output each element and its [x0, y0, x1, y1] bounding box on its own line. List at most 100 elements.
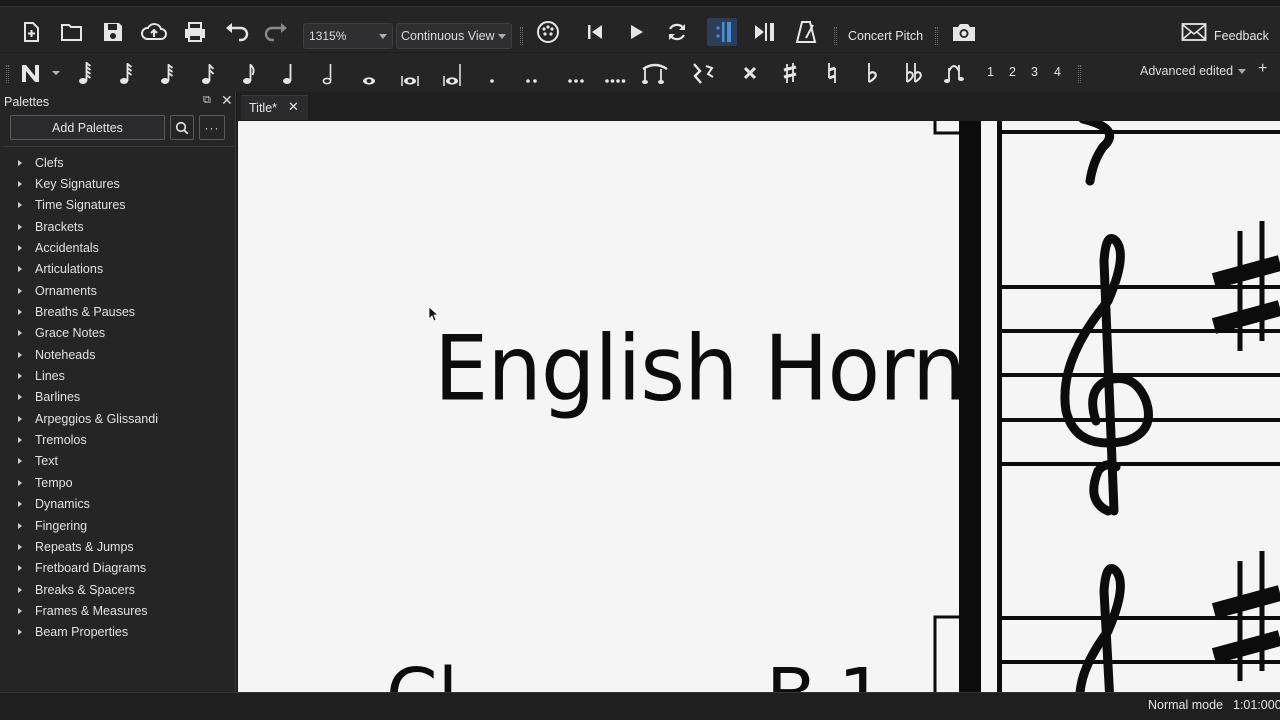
expand-triangle-icon[interactable]	[18, 565, 22, 572]
voice-3-button[interactable]: 3	[1031, 65, 1038, 79]
natural-icon[interactable]	[822, 59, 842, 87]
concert-pitch-toggle[interactable]: Concert Pitch	[848, 29, 923, 43]
view-mode-select[interactable]: Continuous View	[396, 23, 512, 49]
undock-icon[interactable]: ⧉	[203, 94, 211, 107]
rest-icon[interactable]	[688, 59, 718, 87]
expand-triangle-icon[interactable]	[18, 458, 22, 465]
expand-triangle-icon[interactable]	[18, 287, 22, 294]
close-icon[interactable]: ✕	[288, 99, 299, 115]
palette-item-breaths-pauses[interactable]: Breaths & Pauses	[0, 301, 236, 322]
expand-triangle-icon[interactable]	[18, 415, 22, 422]
add-palettes-button[interactable]: Add Palettes	[10, 115, 165, 140]
double-dot-icon[interactable]	[522, 59, 542, 87]
instrument-name-text[interactable]: English Horn	[434, 317, 967, 422]
note-64th-icon[interactable]	[115, 59, 137, 87]
tab-title[interactable]: Title* ✕	[241, 95, 308, 120]
expand-triangle-icon[interactable]	[18, 394, 22, 401]
open-icon[interactable]	[58, 18, 86, 46]
feedback-button[interactable]: Feedback	[1214, 29, 1269, 43]
expand-triangle-icon[interactable]	[18, 373, 22, 380]
double-sharp-icon[interactable]	[740, 59, 760, 87]
save-icon[interactable]	[99, 18, 127, 46]
feedback-mail-icon[interactable]	[1180, 18, 1208, 46]
mixer-icon[interactable]	[534, 18, 562, 46]
palette-item-tremolos[interactable]: Tremolos	[0, 429, 236, 450]
voice-4-button[interactable]: 4	[1054, 65, 1061, 79]
note-half-icon[interactable]	[318, 59, 338, 87]
expand-triangle-icon[interactable]	[18, 159, 22, 166]
expand-triangle-icon[interactable]	[18, 266, 22, 273]
palette-item-frames-measures[interactable]: Frames & Measures	[0, 600, 236, 621]
sharp-icon[interactable]	[780, 59, 800, 87]
zoom-select[interactable]: 1315%	[303, 23, 393, 49]
more-options-button[interactable]: ···	[199, 115, 225, 140]
note-input-mode-icon[interactable]	[17, 59, 47, 87]
palette-item-noteheads[interactable]: Noteheads	[0, 344, 236, 365]
palette-item-fingering[interactable]: Fingering	[0, 515, 236, 536]
metronome-icon[interactable]	[792, 18, 820, 46]
score-canvas[interactable]: Cl B 1 English Horn	[238, 121, 1280, 692]
playback-repeat-icon[interactable]	[707, 18, 737, 46]
print-icon[interactable]	[181, 18, 209, 46]
voice-2-button[interactable]: 2	[1009, 65, 1016, 79]
expand-triangle-icon[interactable]	[18, 479, 22, 486]
palette-item-brackets[interactable]: Brackets	[0, 216, 236, 237]
chevron-down-icon[interactable]	[50, 59, 62, 87]
expand-triangle-icon[interactable]	[18, 309, 22, 316]
palette-item-articulations[interactable]: Articulations	[0, 259, 236, 280]
palette-item-barlines[interactable]: Barlines	[0, 387, 236, 408]
note-32nd-icon[interactable]	[156, 59, 178, 87]
loop-icon[interactable]	[663, 18, 691, 46]
expand-triangle-icon[interactable]	[18, 586, 22, 593]
palette-item-time-signatures[interactable]: Time Signatures	[0, 195, 236, 216]
triple-dot-icon[interactable]	[564, 59, 588, 87]
expand-triangle-icon[interactable]	[18, 181, 22, 188]
screenshot-icon[interactable]	[950, 18, 978, 46]
note-quarter-icon[interactable]	[278, 59, 298, 87]
add-workspace-button[interactable]: +	[1258, 60, 1267, 78]
tie-icon[interactable]	[640, 59, 670, 87]
palette-item-arpeggios-glissandi[interactable]: Arpeggios & Glissandi	[0, 408, 236, 429]
palette-item-lines[interactable]: Lines	[0, 365, 236, 386]
palette-item-ornaments[interactable]: Ornaments	[0, 280, 236, 301]
flat-icon[interactable]	[862, 59, 882, 87]
play-icon[interactable]	[622, 18, 650, 46]
expand-triangle-icon[interactable]	[18, 437, 22, 444]
cloud-upload-icon[interactable]	[140, 18, 168, 46]
new-score-icon[interactable]	[17, 18, 45, 46]
expand-triangle-icon[interactable]	[18, 501, 22, 508]
expand-triangle-icon[interactable]	[18, 245, 22, 252]
rewind-icon[interactable]	[581, 18, 609, 46]
expand-triangle-icon[interactable]	[18, 522, 22, 529]
redo-icon[interactable]	[263, 18, 291, 46]
note-whole-icon[interactable]	[358, 59, 380, 87]
palette-item-repeats-jumps[interactable]: Repeats & Jumps	[0, 536, 236, 557]
double-flat-icon[interactable]	[902, 59, 926, 87]
voice-1-button[interactable]: 1	[987, 65, 994, 79]
expand-triangle-icon[interactable]	[18, 202, 22, 209]
note-breve-icon[interactable]	[398, 59, 422, 87]
note-eighth-icon[interactable]	[238, 59, 260, 87]
quadruple-dot-icon[interactable]	[602, 59, 628, 87]
palette-item-dynamics[interactable]: Dynamics	[0, 494, 236, 515]
flip-direction-icon[interactable]	[942, 59, 968, 87]
palette-item-tempo[interactable]: Tempo	[0, 472, 236, 493]
palette-item-accidentals[interactable]: Accidentals	[0, 237, 236, 258]
close-icon[interactable]: ✕	[221, 92, 233, 109]
expand-triangle-icon[interactable]	[18, 351, 22, 358]
dot-icon[interactable]	[484, 59, 500, 87]
expand-triangle-icon[interactable]	[18, 223, 22, 230]
palette-item-grace-notes[interactable]: Grace Notes	[0, 323, 236, 344]
undo-icon[interactable]	[222, 18, 250, 46]
palette-item-clefs[interactable]: Clefs	[0, 152, 236, 173]
note-128th-icon[interactable]	[74, 59, 96, 87]
palette-item-breaks-spacers[interactable]: Breaks & Spacers	[0, 579, 236, 600]
palette-item-key-signatures[interactable]: Key Signatures	[0, 173, 236, 194]
search-icon[interactable]	[170, 115, 194, 140]
expand-triangle-icon[interactable]	[18, 629, 22, 636]
palette-item-text[interactable]: Text	[0, 451, 236, 472]
note-longa-icon[interactable]	[440, 59, 464, 87]
expand-triangle-icon[interactable]	[18, 543, 22, 550]
expand-triangle-icon[interactable]	[18, 330, 22, 337]
expand-triangle-icon[interactable]	[18, 607, 22, 614]
